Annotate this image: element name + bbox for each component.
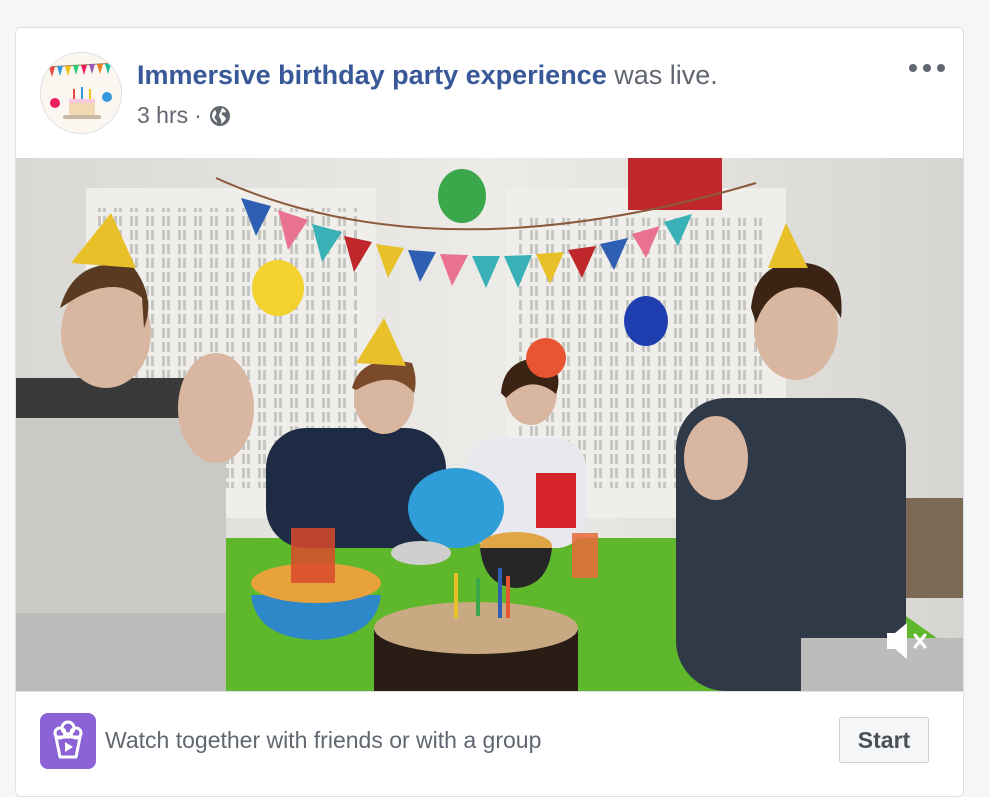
post-action-text: was live. [614,60,718,90]
post-timestamp[interactable]: 3 hrs [137,102,188,129]
meta-separator: · [194,102,202,128]
post-header: Immersive birthday party experience was … [16,28,963,158]
more-dot [923,64,931,72]
page-name-link[interactable]: Immersive birthday party experience [137,60,607,90]
watch-party-popcorn-icon [40,713,96,769]
post-meta: 3 hrs · [137,102,232,129]
post-title: Immersive birthday party experience was … [137,60,718,91]
more-options-icon[interactable] [909,58,945,78]
watch-party-bar: Watch together with friends or with a gr… [16,691,963,796]
watch-party-prompt: Watch together with friends or with a gr… [105,727,542,753]
live-video-post-card: Immersive birthday party experience was … [15,27,964,797]
page-avatar[interactable] [40,52,122,134]
more-dot [937,64,945,72]
mute-toggle-button[interactable] [883,619,931,663]
live-video-player[interactable] [16,158,963,691]
start-watch-party-button[interactable]: Start [839,717,929,763]
video-frame [16,158,963,691]
more-dot [909,64,917,72]
popcorn-glyph [53,720,83,759]
speaker-muted-icon [887,623,927,659]
globe-icon[interactable] [208,104,232,128]
birthday-cake-avatar-icon [41,53,121,133]
